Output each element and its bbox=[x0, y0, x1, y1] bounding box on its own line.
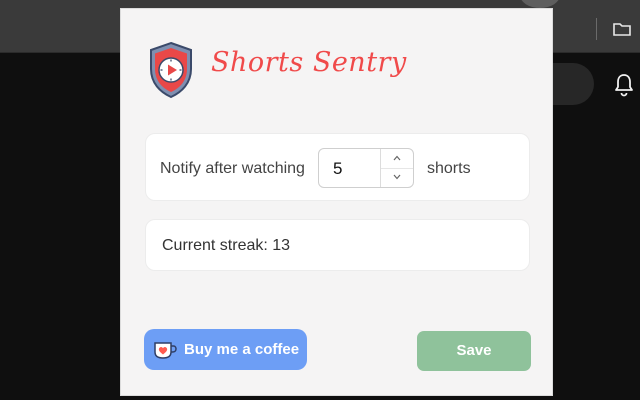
profile-avatar[interactable] bbox=[520, 0, 560, 8]
extension-popup: Shorts Sentry Notify after watching 5 sh… bbox=[120, 8, 553, 396]
folder-icon[interactable] bbox=[612, 20, 632, 38]
notify-settings-card: Notify after watching 5 shorts bbox=[145, 133, 530, 201]
buy-me-a-coffee-button[interactable]: Buy me a coffee bbox=[144, 329, 307, 370]
chevron-down-icon bbox=[393, 174, 401, 180]
threshold-stepper[interactable]: 5 bbox=[318, 148, 414, 188]
bell-icon[interactable] bbox=[612, 72, 636, 98]
shorts-label: shorts bbox=[427, 160, 471, 177]
app-title: Shorts Sentry bbox=[211, 47, 407, 78]
stepper-buttons bbox=[380, 149, 413, 187]
save-button[interactable]: Save bbox=[417, 331, 531, 371]
current-streak: Current streak: 13 bbox=[162, 237, 291, 254]
decrement-button[interactable] bbox=[381, 168, 413, 187]
toolbar-divider bbox=[596, 18, 597, 40]
chevron-up-icon bbox=[393, 155, 401, 161]
notify-label: Notify after watching bbox=[160, 160, 305, 177]
threshold-input[interactable]: 5 bbox=[333, 159, 342, 179]
streak-card: Current streak: 13 bbox=[145, 219, 530, 271]
coffee-cup-icon bbox=[154, 342, 177, 359]
shield-clock-icon bbox=[150, 41, 192, 99]
increment-button[interactable] bbox=[381, 149, 413, 169]
coffee-button-label: Buy me a coffee bbox=[184, 341, 300, 358]
screen: ate Shorts Sentry Notify after watching … bbox=[0, 0, 640, 400]
